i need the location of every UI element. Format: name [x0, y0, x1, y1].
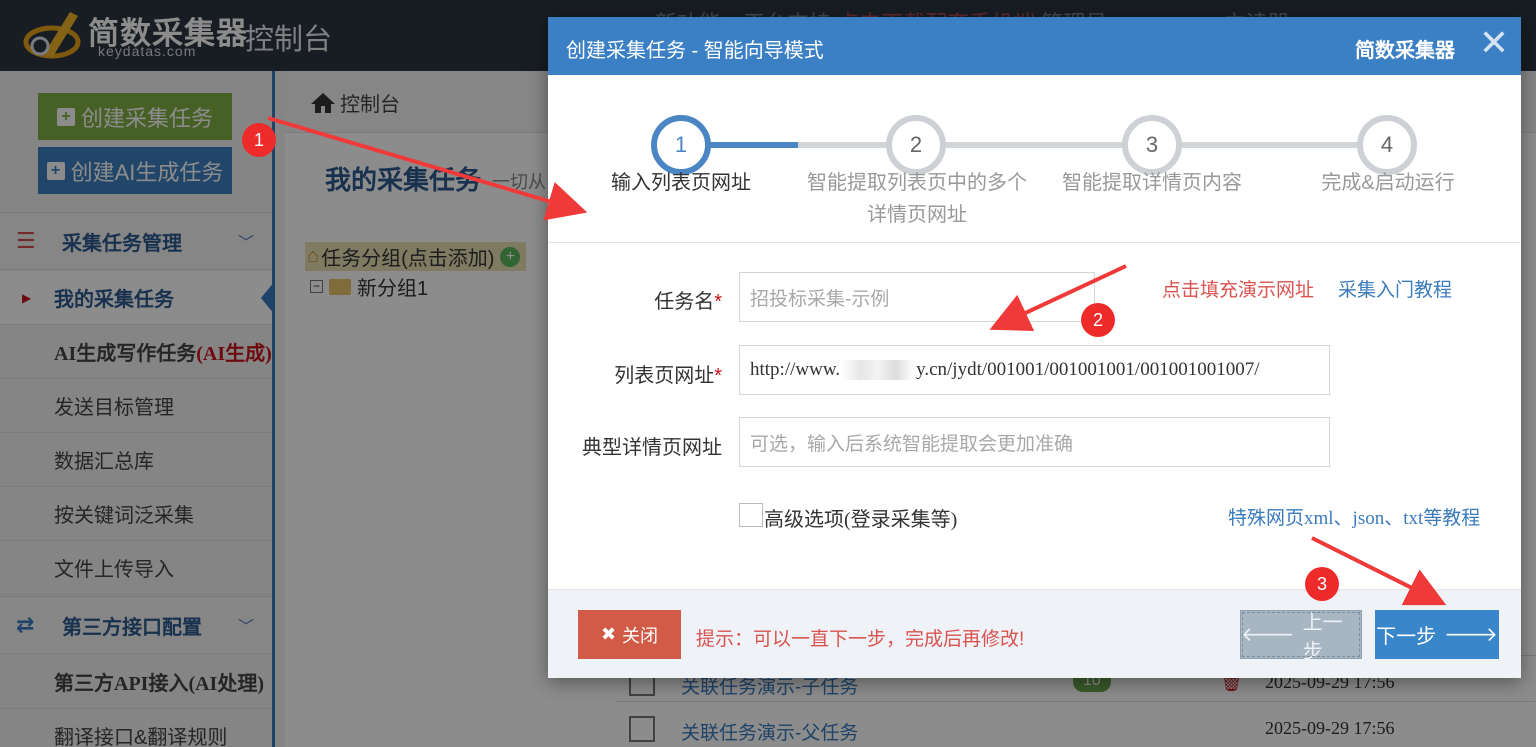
modal-title: 创建采集任务 - 智能向导模式	[566, 40, 824, 62]
detail-url-label: 典型详情页网址	[582, 437, 722, 459]
step-1-label: 输入列表页网址	[611, 172, 751, 194]
step-4-circle: 4	[1357, 115, 1417, 175]
modal-footer: ✖ 关闭 提示：可以一直下一步，完成后再修改! 🡐 上一步 下一步 🡒	[548, 589, 1521, 678]
modal-brand: 简数采集器	[1355, 40, 1455, 62]
tutorial-link[interactable]: 采集入门教程	[1338, 275, 1452, 302]
next-button[interactable]: 下一步 🡒	[1375, 610, 1499, 659]
close-button-label: 关闭	[622, 625, 659, 646]
close-icon[interactable]: ✕	[1479, 23, 1509, 63]
step-4-label: 完成&启动运行	[1321, 172, 1455, 194]
next-button-label: 下一步	[1376, 626, 1437, 648]
modal-header: 创建采集任务 - 智能向导模式 简数采集器 ✕	[548, 17, 1521, 75]
required-mark: *	[714, 365, 722, 387]
step-3-circle: 3	[1122, 115, 1182, 175]
url-suffix: y.cn/jydt/001001/001001001/001001001007/	[916, 359, 1260, 380]
advanced-label[interactable]: 高级选项(登录采集等)	[764, 503, 957, 532]
step-1-circle: 1	[651, 115, 711, 175]
annotation-badge-2: 2	[1081, 303, 1115, 337]
url-prefix: http://www.	[750, 359, 841, 380]
label-text: 列表页网址	[614, 365, 715, 387]
close-x-icon: ✖	[600, 624, 617, 644]
step-2-circle: 2	[886, 115, 946, 175]
label-text: 任务名	[654, 291, 715, 313]
task-name-label: 任务名*	[522, 285, 722, 314]
step-3-label: 智能提取详情页内容	[1062, 172, 1242, 194]
close-button[interactable]: ✖ 关闭	[578, 610, 681, 659]
wizard-modal: 创建采集任务 - 智能向导模式 简数采集器 ✕ 1 2 3 4 输入列表页网址 …	[548, 17, 1521, 678]
prev-button[interactable]: 🡐 上一步	[1240, 610, 1362, 663]
prev-button-label: 上一步	[1302, 611, 1343, 663]
required-mark: *	[714, 291, 722, 313]
list-url-input[interactable]: http://www. y.cn/jydt/001001/001001001/00…	[739, 345, 1330, 395]
task-name-input[interactable]: 招投标采集-示例	[739, 272, 1095, 322]
step-connector	[708, 142, 798, 148]
arrow-left-icon: 🡐	[1241, 624, 1295, 646]
detail-url-input[interactable]: 可选，输入后系统智能提取会更加准确	[739, 417, 1330, 467]
list-url-label: 列表页网址*	[522, 359, 722, 388]
step-2-label: 智能提取列表页中的多个详情页网址	[807, 172, 1027, 226]
redacted-mask	[842, 360, 915, 380]
wizard-steps: 1 2 3 4 输入列表页网址 智能提取列表页中的多个详情页网址 智能提取详情页…	[548, 75, 1521, 243]
annotation-badge-1: 1	[242, 123, 276, 157]
fill-demo-link[interactable]: 点击填充演示网址	[1162, 275, 1314, 302]
arrow-right-icon: 🡒	[1444, 624, 1498, 646]
special-tutorial-link[interactable]: 特殊网页xml、json、txt等教程	[1228, 503, 1480, 530]
hint-text: 提示：可以一直下一步，完成后再修改!	[696, 629, 1025, 650]
annotation-badge-3: 3	[1305, 567, 1339, 601]
advanced-checkbox[interactable]	[739, 503, 763, 527]
